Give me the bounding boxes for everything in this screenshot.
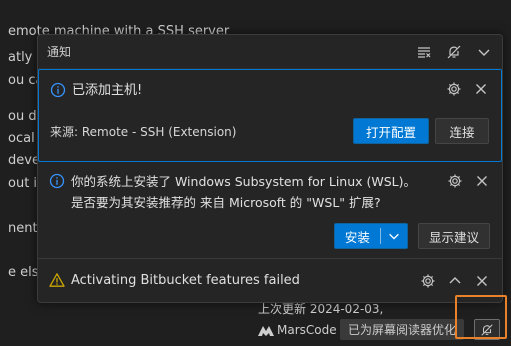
open-config-button[interactable]: 打开配置	[353, 118, 429, 144]
install-split-button[interactable]: 安装	[334, 223, 408, 249]
install-button-label[interactable]: 安装	[335, 227, 380, 246]
gear-icon[interactable]	[420, 273, 436, 289]
notification-message: 你的系统上安装了 Windows Subsystem for Linux (WS…	[71, 174, 417, 210]
clear-all-icon[interactable]	[416, 44, 432, 60]
notification-center-title: 通知	[47, 45, 72, 59]
connect-button[interactable]: 连接	[435, 118, 489, 144]
gear-icon[interactable]	[447, 173, 463, 189]
chevron-up-icon[interactable]	[447, 273, 463, 289]
notification-center-header: 通知	[38, 35, 502, 69]
bg-line: out i	[8, 176, 38, 191]
bg-line: nent	[8, 221, 38, 236]
chevron-down-icon[interactable]	[381, 229, 407, 243]
marscode-label: MarsCode	[277, 322, 337, 337]
screen-reader-status-item[interactable]: 已为屏幕阅读器优化	[340, 319, 465, 340]
notification-item[interactable]: Activating Bitbucket features failed	[38, 259, 502, 302]
bg-line: ocal	[8, 131, 35, 146]
notification-message: 已添加主机!	[72, 83, 143, 98]
notification-item[interactable]: 已添加主机! 来源: Remote - SSH (Extension) 打开配置…	[38, 69, 502, 162]
notification-item[interactable]: 你的系统上安装了 Windows Subsystem for Linux (WS…	[38, 162, 502, 259]
marscode-logo-icon	[258, 324, 274, 336]
notification-center: 通知 已添加主机! 来源: Remote - SSH (Extension) 打…	[37, 34, 503, 303]
chevron-down-icon[interactable]	[476, 44, 492, 60]
do-not-disturb-icon[interactable]	[446, 44, 462, 60]
marscode-status-item[interactable]: MarsCode	[258, 319, 337, 340]
gear-icon[interactable]	[446, 81, 462, 97]
notification-source: 来源: Remote - SSH (Extension)	[50, 124, 237, 139]
info-icon	[50, 81, 68, 102]
warning-icon	[49, 271, 67, 292]
info-icon	[49, 171, 67, 193]
close-icon[interactable]	[473, 81, 489, 97]
notification-message: Activating Bitbucket features failed	[71, 273, 300, 288]
screen-reader-label: 已为屏幕阅读器优化	[348, 323, 457, 337]
bell-slash-icon	[480, 323, 494, 337]
close-icon[interactable]	[474, 273, 490, 289]
notifications-bell-button[interactable]	[474, 319, 500, 340]
close-icon[interactable]	[474, 173, 490, 189]
show-recommendations-button[interactable]: 显示建议	[418, 223, 490, 249]
status-bar: MarsCode 已为屏幕阅读器优化	[0, 319, 511, 346]
